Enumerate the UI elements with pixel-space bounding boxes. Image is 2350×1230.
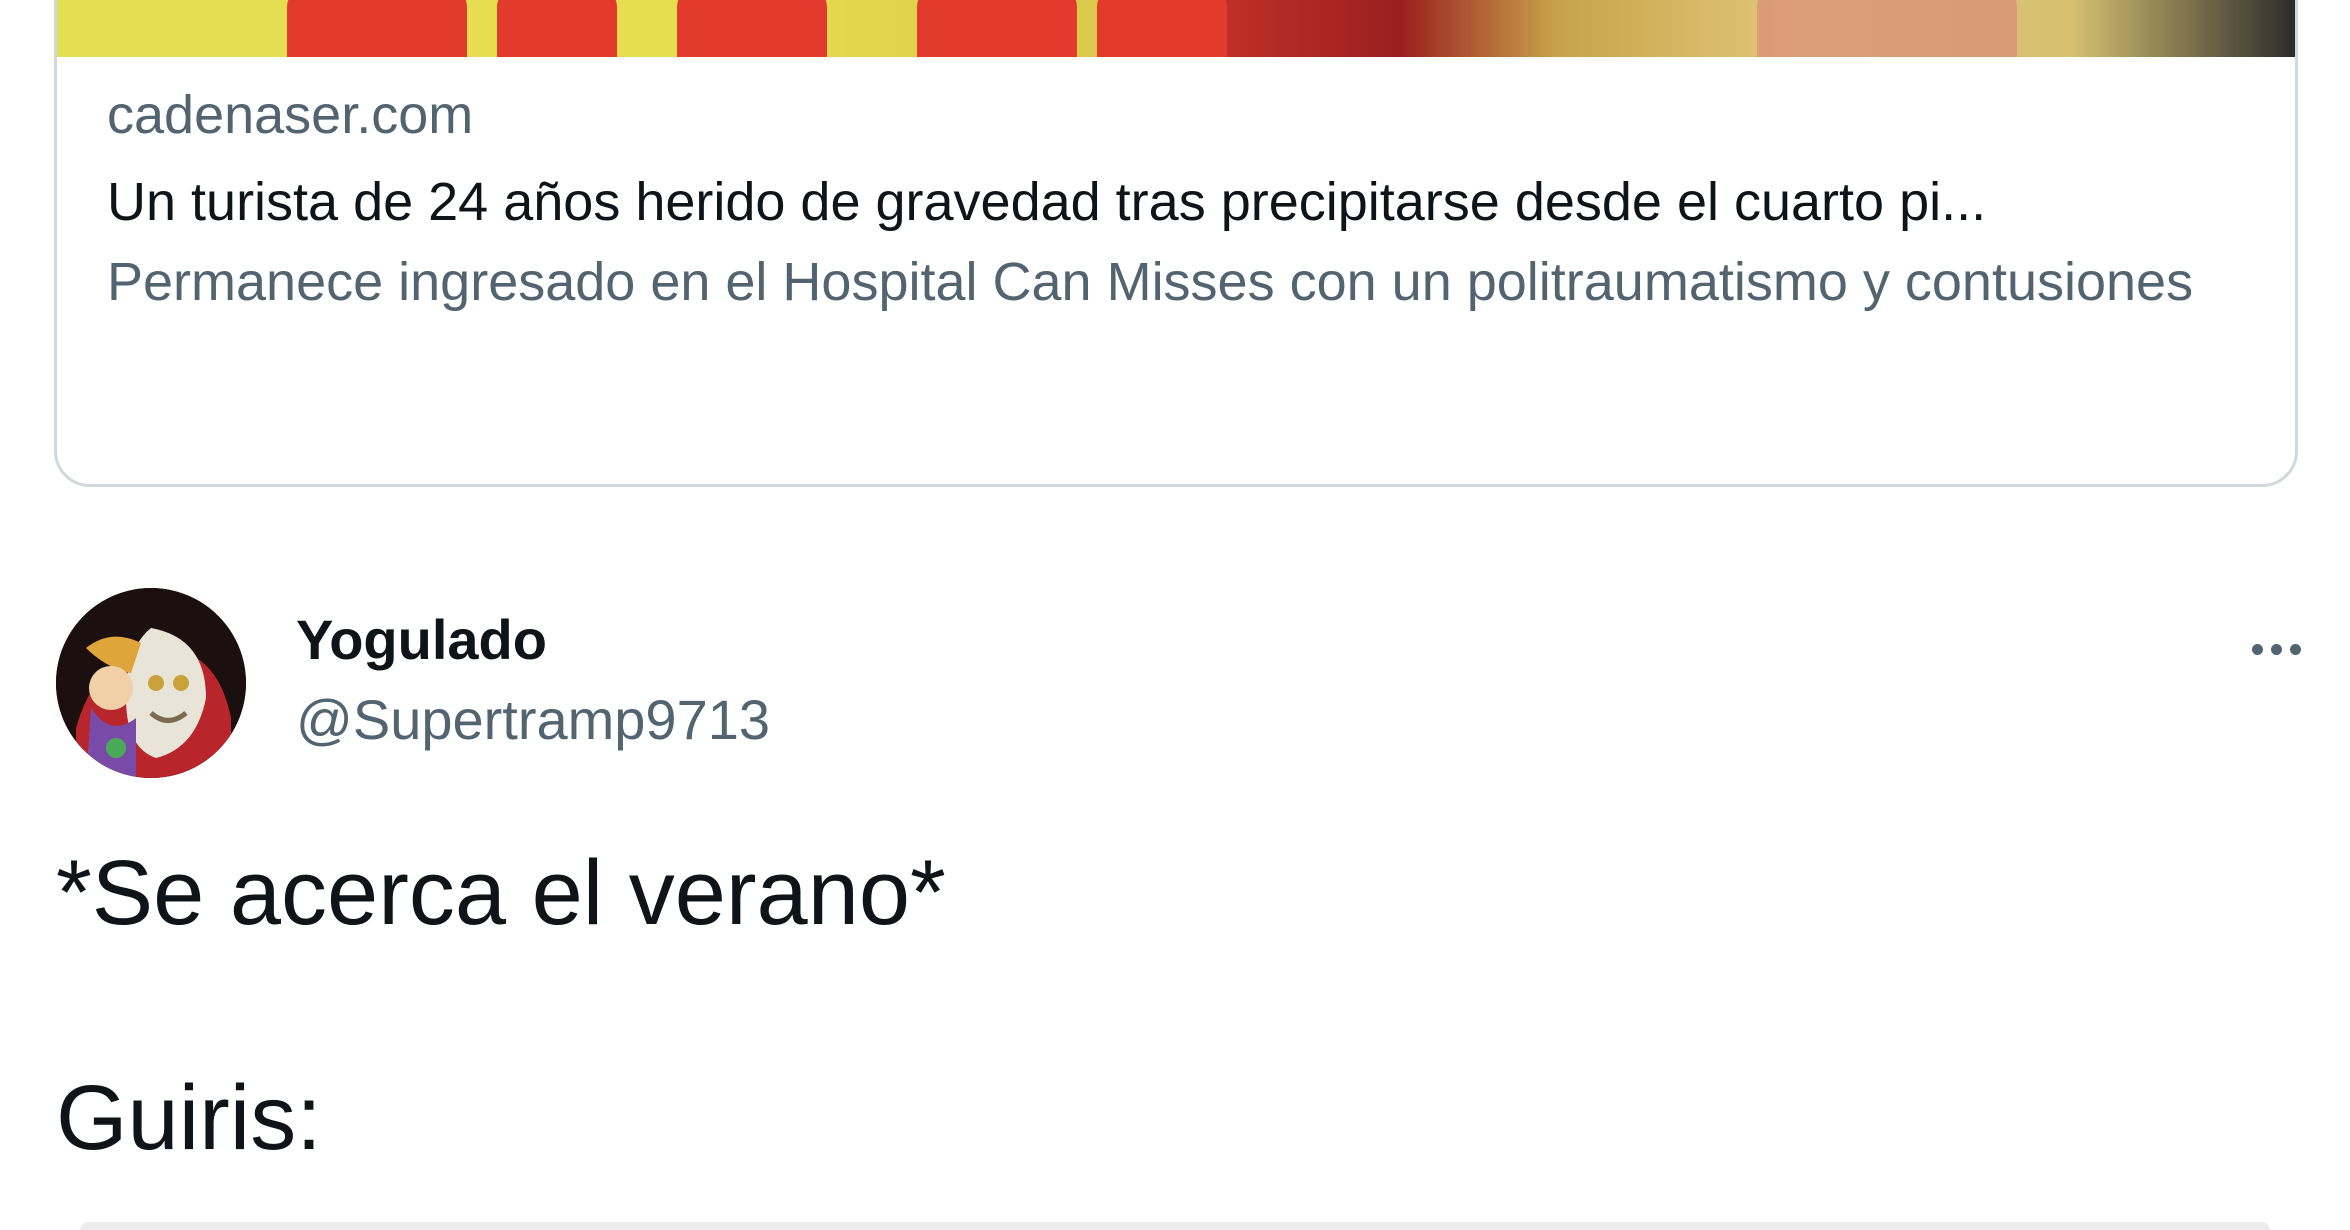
link-title: Un turista de 24 años herido de gravedad… <box>107 172 1987 232</box>
avatar[interactable] <box>56 588 246 778</box>
tweet-text: *Se acerca el verano* Guiris: <box>56 838 2296 1173</box>
user-handle[interactable]: @Supertramp9713 <box>296 688 770 752</box>
more-horizontal-icon[interactable] <box>2236 624 2316 674</box>
link-description: Permanece ingresado en el Hospital Can M… <box>107 252 2194 312</box>
link-preview-card[interactable]: cadenaser.com Un turista de 24 años heri… <box>54 0 2298 487</box>
tweet-line: Guiris: <box>56 1067 322 1169</box>
link-domain: cadenaser.com <box>107 85 474 145</box>
author-info[interactable]: Yogulado @Supertramp9713 <box>296 610 770 752</box>
tweet-thread: cadenaser.com Un turista de 24 años heri… <box>0 0 2350 1230</box>
tweet-line: *Se acerca el verano* <box>56 842 946 944</box>
display-name[interactable]: Yogulado <box>296 610 770 670</box>
media-edge <box>80 1222 2270 1230</box>
link-preview-image <box>57 0 2295 57</box>
